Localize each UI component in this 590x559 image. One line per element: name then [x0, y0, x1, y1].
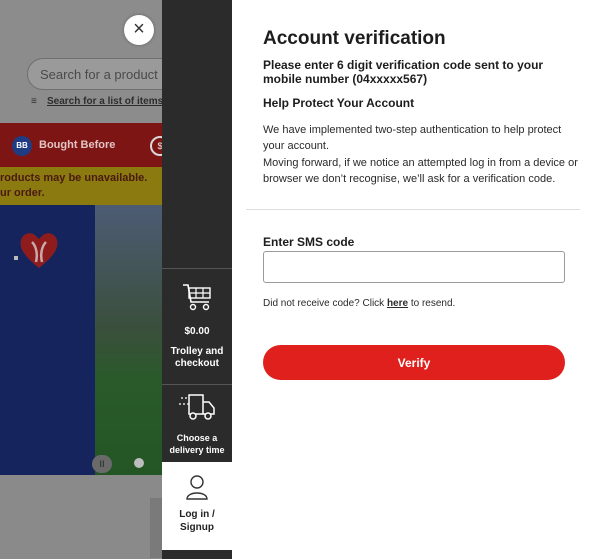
carousel-pause-icon: II	[92, 455, 112, 473]
help-paragraph-1: We have implemented two-step authenticat…	[263, 124, 562, 152]
trolley-icon	[183, 284, 211, 311]
login-label-line-1: Log in /	[179, 509, 215, 520]
login-signup-button[interactable]: Log in / Signup	[162, 462, 232, 550]
heart-logo-icon	[20, 233, 58, 268]
background-notice-banner: roducts may be unavailable. ur order.	[0, 167, 162, 205]
close-button[interactable]: ×	[124, 15, 154, 45]
divider	[246, 209, 580, 210]
delivery-truck-icon	[179, 394, 215, 420]
bought-before-icon: BB	[12, 136, 32, 156]
page-title: Account verification	[263, 28, 446, 49]
account-verification-panel: Account verification Please enter 6 digi…	[232, 0, 590, 559]
resend-prefix: Did not receive code? Click	[263, 298, 387, 309]
delivery-label-line-1: Choose a	[176, 433, 218, 443]
verification-instructions: Please enter 6 digit verification code s…	[263, 58, 544, 86]
trolley-label-line-2: checkout	[175, 358, 219, 369]
carousel-dot	[134, 458, 144, 468]
bought-before-label: Bought Before	[39, 139, 116, 151]
rail-divider	[162, 384, 232, 385]
trolley-checkout-button[interactable]: $0.00 Trolley and checkout	[162, 282, 232, 370]
rail-divider	[162, 268, 232, 269]
background-lower-area	[0, 475, 162, 559]
side-rail: $0.00 Trolley and checkout Choose a deli…	[162, 0, 232, 559]
background-lower-strip	[150, 498, 162, 558]
delivery-time-button[interactable]: Choose a delivery time	[162, 392, 232, 456]
user-icon	[186, 475, 208, 500]
sms-code-input[interactable]	[263, 251, 565, 283]
stadium-image	[95, 205, 162, 475]
sms-code-label: Enter SMS code	[263, 235, 355, 249]
background-search-placeholder: Search for a product e.g.	[40, 67, 162, 82]
list-search-icon: ≡	[31, 96, 37, 107]
background-search-input: Search for a product e.g.	[27, 58, 162, 90]
login-label-line-2: Signup	[180, 522, 214, 533]
resend-suffix: to resend.	[408, 298, 456, 309]
help-heading: Help Protect Your Account	[263, 96, 415, 110]
verify-button[interactable]: Verify	[263, 345, 565, 380]
trolley-amount: $0.00	[184, 326, 210, 337]
notice-line-2: ur order.	[0, 187, 45, 199]
help-paragraph-2: Moving forward, if we notice an attempte…	[263, 157, 578, 185]
trolley-label-line-1: Trolley and	[170, 346, 224, 357]
resend-link[interactable]: here	[387, 298, 408, 309]
background-page-overlay: Search for a product e.g. ≡ Search for a…	[0, 0, 162, 559]
notice-line-1: roducts may be unavailable.	[0, 172, 148, 184]
delivery-label-line-2: delivery time	[169, 445, 225, 455]
resend-text: Did not receive code? Click here to rese…	[263, 298, 455, 309]
background-list-link: Search for a list of items	[47, 96, 162, 107]
